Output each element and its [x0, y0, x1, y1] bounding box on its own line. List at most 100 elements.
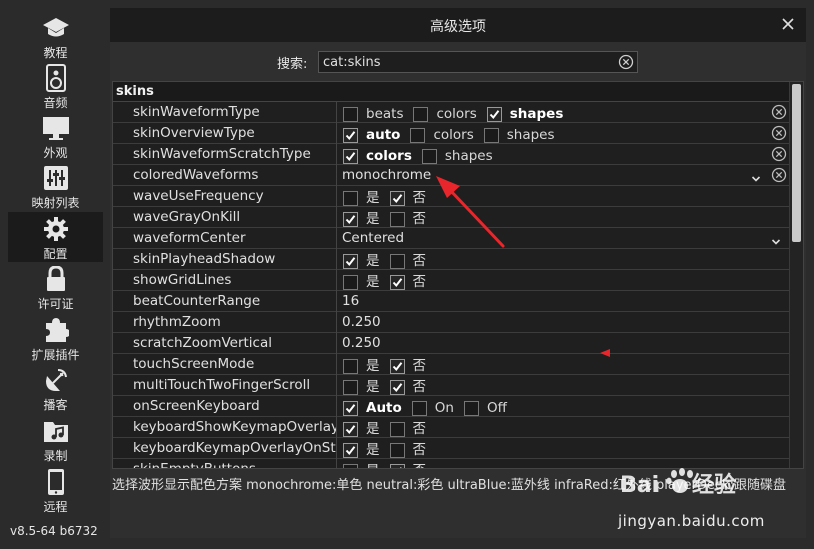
checkbox[interactable] [343, 400, 358, 416]
checkbox-no[interactable] [389, 190, 405, 206]
checkbox[interactable] [343, 127, 358, 143]
checkbox-no[interactable] [389, 274, 405, 290]
clear-icon[interactable] [771, 125, 787, 141]
setting-value[interactable]: 是否 [337, 438, 789, 459]
checkbox[interactable] [413, 106, 429, 122]
setting-value[interactable]: Centered [337, 228, 789, 249]
sidebar: 教程 音频 外观 映射列表 配置 许可证扩展插件 播客录制远程 [0, 0, 110, 549]
clear-icon[interactable] [771, 104, 787, 120]
table-row: multiTouchTwoFingerScroll 是否 [113, 375, 789, 396]
close-button[interactable] [778, 14, 798, 34]
clear-icon[interactable] [618, 54, 634, 70]
table-row: skinPlayheadShadow 是否 [113, 249, 789, 270]
chevron-down-icon[interactable] [751, 170, 761, 182]
checkbox-label: 否 [412, 211, 427, 227]
table-row: keyboardShowKeymapOverlay 是否 [113, 417, 789, 438]
setting-key: skinOverviewType [113, 123, 337, 144]
sidebar-item[interactable]: 录制 [8, 414, 103, 464]
table-row: skinWaveformType beats colors shapes [113, 102, 789, 123]
clear-icon[interactable] [771, 146, 787, 162]
setting-value[interactable]: 是否 [337, 249, 789, 270]
sidebar-item-label: 扩展插件 [31, 348, 80, 362]
checkbox-no[interactable] [389, 421, 405, 437]
checkbox[interactable] [343, 106, 358, 122]
lock-icon [41, 264, 71, 294]
scroll-thumb[interactable] [792, 84, 801, 242]
checkbox-no[interactable] [389, 358, 405, 374]
search-box [318, 51, 638, 73]
setting-value[interactable]: 是否 [337, 207, 789, 228]
checkbox[interactable] [486, 106, 502, 122]
checkbox-no[interactable] [389, 379, 405, 395]
setting-value[interactable]: 0.250 [337, 333, 789, 354]
checkbox-yes[interactable] [343, 253, 358, 269]
sidebar-item[interactable]: 音频 [8, 61, 103, 111]
vertical-scrollbar[interactable] [789, 82, 803, 468]
text-value: 16 [342, 293, 360, 309]
search-input[interactable] [323, 53, 603, 71]
checkbox-yes[interactable] [343, 421, 358, 437]
checkbox[interactable] [421, 148, 437, 164]
sidebar-item[interactable]: 扩展插件 [8, 313, 103, 363]
checkbox-no[interactable] [389, 253, 405, 269]
setting-value[interactable]: beats colors shapes [337, 102, 789, 123]
table-row: waveGrayOnKill 是否 [113, 207, 789, 228]
checkbox-label: colors [366, 148, 412, 164]
setting-key: scratchZoomVertical [113, 333, 337, 354]
setting-value[interactable]: auto colors shapes [337, 123, 789, 144]
setting-value[interactable]: 是否 [337, 270, 789, 291]
checkbox-yes[interactable] [343, 358, 358, 374]
checkbox-label: 否 [412, 358, 427, 374]
checkbox[interactable] [343, 148, 358, 164]
setting-value[interactable]: colors shapes [337, 144, 789, 165]
checkbox-label: shapes [509, 106, 564, 122]
puzzle-icon [41, 315, 71, 345]
table-row: scratchZoomVertical 0.250 [113, 333, 789, 354]
yes-no-group: 是否 [343, 377, 436, 397]
sidebar-item[interactable]: 外观 [8, 111, 103, 161]
setting-value[interactable]: monochrome [337, 165, 789, 186]
checkbox[interactable] [483, 127, 499, 143]
text-value: 0.250 [342, 314, 381, 330]
setting-key: rhythmZoom [113, 312, 337, 333]
chevron-down-icon[interactable] [771, 233, 781, 245]
checkbox-no[interactable] [389, 442, 405, 458]
yes-no-group: 是否 [343, 461, 436, 468]
folder-music-icon [41, 416, 71, 446]
sidebar-item[interactable]: 许可证 [8, 262, 103, 312]
settings-rows: skinWaveformType beats colors shapes skinOve… [113, 102, 789, 468]
checkbox[interactable] [411, 400, 427, 416]
setting-value[interactable]: 是否 [337, 375, 789, 396]
checkbox[interactable] [410, 127, 426, 143]
sidebar-item-label: 录制 [43, 449, 68, 463]
checkbox-yes[interactable] [343, 190, 358, 206]
checkbox-yes[interactable] [343, 274, 358, 290]
clear-icon[interactable] [771, 167, 787, 183]
setting-value[interactable]: Auto On Off [337, 396, 789, 417]
checkbox-yes[interactable] [343, 442, 358, 458]
setting-value[interactable]: 是否 [337, 186, 789, 207]
checkbox-yes[interactable] [343, 211, 358, 227]
checkbox-label: 否 [412, 442, 427, 458]
checkbox[interactable] [463, 400, 479, 416]
checkbox-label: 是 [366, 211, 380, 227]
gear-icon [41, 214, 71, 244]
phone-icon [41, 467, 71, 497]
setting-value[interactable]: 是否 [337, 459, 789, 468]
sidebar-item[interactable]: 远程 [8, 465, 103, 515]
sidebar-item[interactable]: 配置 [8, 212, 103, 262]
checkbox-no[interactable] [389, 463, 405, 468]
setting-value[interactable]: 0.250 [337, 312, 789, 333]
checkbox-yes[interactable] [343, 463, 358, 468]
setting-value[interactable]: 16 [337, 291, 789, 312]
checkbox-label: shapes [444, 148, 493, 164]
checkbox-label: 否 [412, 421, 427, 437]
setting-value[interactable]: 是否 [337, 417, 789, 438]
checkbox-yes[interactable] [343, 379, 358, 395]
yes-no-group: 是否 [343, 419, 436, 439]
sidebar-item[interactable]: 映射列表 [8, 161, 103, 211]
checkbox-no[interactable] [389, 211, 405, 227]
setting-value[interactable]: 是否 [337, 354, 789, 375]
sidebar-item[interactable]: 教程 [8, 11, 103, 61]
sidebar-item[interactable]: 播客 [8, 363, 103, 413]
